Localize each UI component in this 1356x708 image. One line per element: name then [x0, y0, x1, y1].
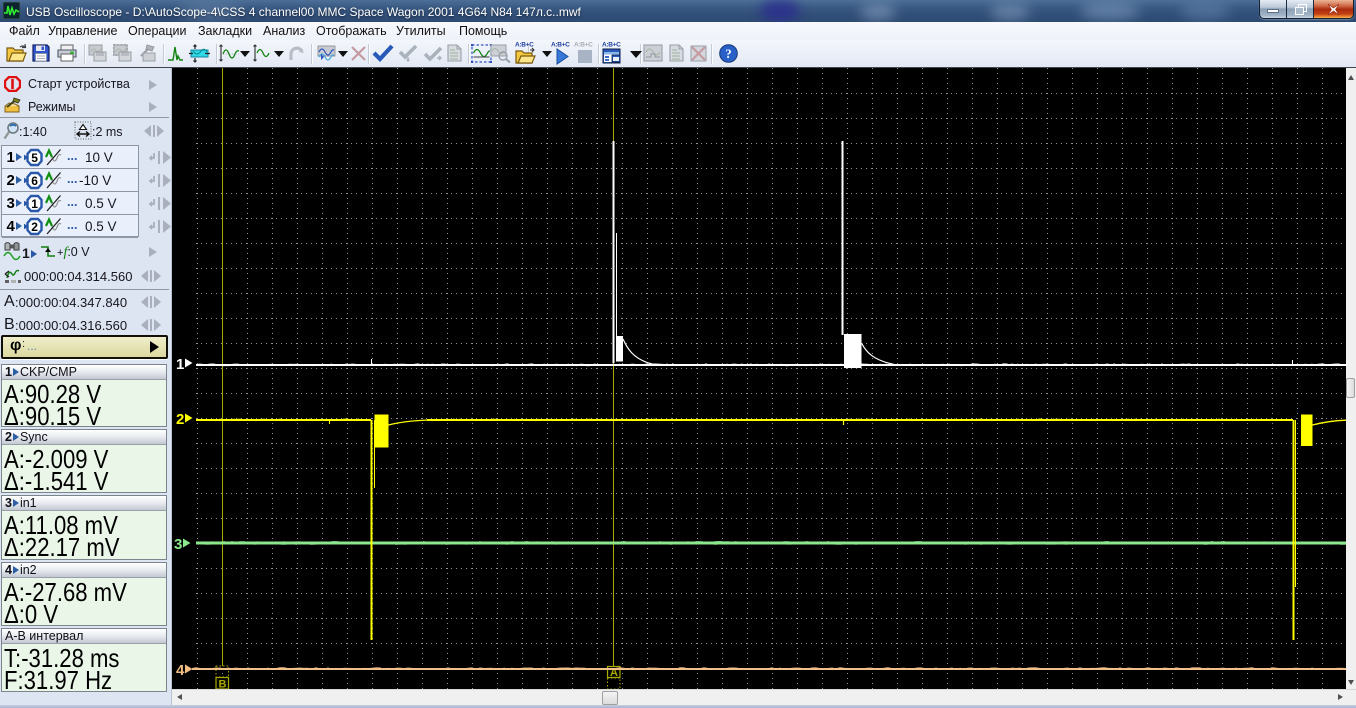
svg-text:1: 1	[176, 356, 184, 373]
svg-text:1: 1	[31, 197, 38, 211]
svg-text:A:B+C: A:B+C	[515, 42, 534, 49]
svg-text:A:B+C: A:B+C	[551, 42, 570, 49]
svg-text:A:B+C: A:B+C	[574, 42, 593, 49]
svg-text:2: 2	[176, 411, 184, 428]
svg-text:6: 6	[31, 174, 38, 188]
svg-text:3: 3	[174, 536, 182, 553]
svg-text:?: ?	[725, 47, 731, 61]
svg-text:2: 2	[31, 220, 38, 234]
svg-text:B: B	[219, 679, 227, 690]
svg-text:5: 5	[31, 151, 38, 165]
svg-text:4: 4	[176, 662, 185, 679]
svg-text:A:B+C: A:B+C	[602, 42, 621, 49]
